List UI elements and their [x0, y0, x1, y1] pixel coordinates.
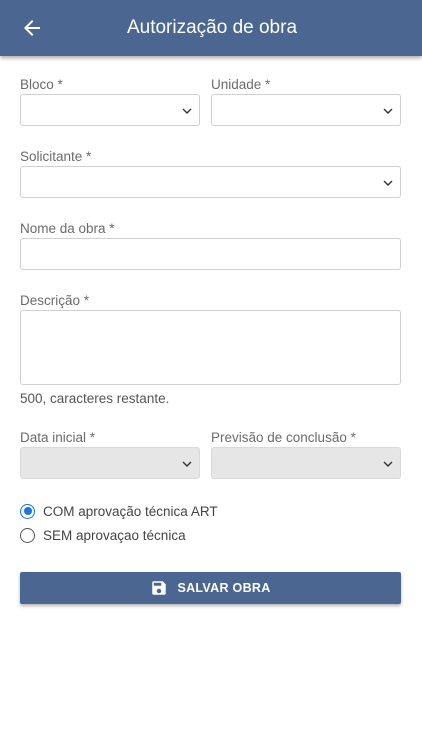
- nome-obra-label: Nome da obra *: [20, 221, 115, 236]
- previsao-label: Previsão de conclusão *: [211, 430, 356, 445]
- app-bar: Autorização de obra: [0, 0, 422, 56]
- radio-unchecked-icon: [20, 527, 35, 543]
- chevron-down-icon: [182, 461, 192, 467]
- radio-com-aprovacao[interactable]: COM aprovação técnica ART: [20, 502, 218, 520]
- data-inicial-select[interactable]: [20, 447, 200, 479]
- radio-label: SEM aprovaçao técnica: [43, 527, 186, 543]
- nome-obra-input[interactable]: [20, 238, 401, 270]
- data-inicial-label: Data inicial *: [20, 430, 96, 445]
- chevron-down-icon: [383, 108, 393, 114]
- radio-label: COM aprovação técnica ART: [43, 503, 218, 519]
- char-counter: 500, caracteres restante.: [20, 391, 170, 406]
- previsao-select[interactable]: [211, 447, 401, 479]
- chevron-down-icon: [383, 180, 393, 186]
- solicitante-select[interactable]: [20, 166, 401, 198]
- save-button[interactable]: SALVAR OBRA: [20, 572, 401, 604]
- radio-checked-icon: [20, 503, 35, 519]
- save-button-label: SALVAR OBRA: [177, 581, 271, 595]
- page-title: Autorização de obra: [126, 17, 298, 38]
- chevron-down-icon: [182, 108, 192, 114]
- bloco-label: Bloco *: [20, 77, 63, 92]
- chevron-down-icon: [383, 461, 393, 467]
- solicitante-label: Solicitante *: [20, 149, 92, 164]
- radio-sem-aprovacao[interactable]: SEM aprovaçao técnica: [20, 526, 186, 544]
- descricao-textarea[interactable]: [20, 310, 401, 385]
- floppy-disk-icon: [152, 581, 167, 595]
- bloco-select[interactable]: [20, 94, 200, 126]
- descricao-label: Descrição *: [20, 293, 90, 308]
- unidade-label: Unidade *: [211, 77, 271, 92]
- unidade-select[interactable]: [211, 94, 401, 126]
